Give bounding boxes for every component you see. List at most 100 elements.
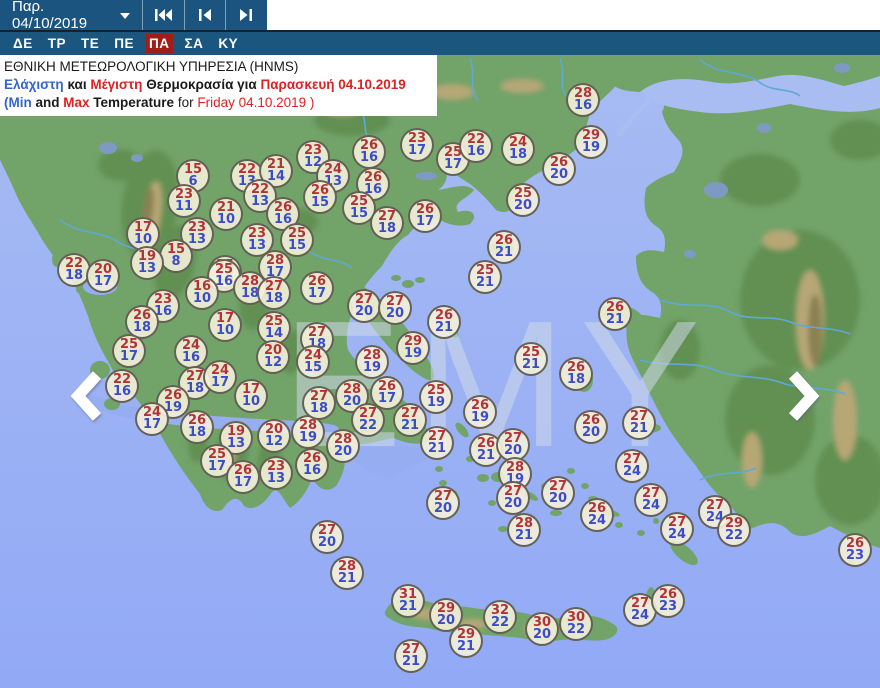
- min-temp-value: 19: [363, 362, 381, 375]
- temp-bubble: 2819: [355, 345, 389, 379]
- temp-bubble: 2515: [280, 223, 314, 257]
- chevron-down-icon: [120, 13, 130, 19]
- temp-bubble: 2821: [330, 556, 364, 590]
- min-temp-value: 24: [642, 500, 660, 513]
- temp-bubble: 2616: [352, 135, 386, 169]
- min-temp-value: 23: [659, 601, 677, 614]
- min-temp-value: 16: [360, 152, 378, 165]
- date-label: Παρ. 04/10/2019: [12, 0, 114, 32]
- min-temp-value: 10: [134, 234, 152, 247]
- date-dropdown-button[interactable]: Παρ. 04/10/2019: [0, 0, 142, 30]
- min-temp-value: 17: [120, 351, 138, 364]
- min-temp-value: 19: [299, 432, 317, 445]
- temp-bubble: 2720: [426, 486, 460, 520]
- temp-bubble: 2012: [257, 419, 291, 453]
- temp-bubble: 2919: [396, 331, 430, 365]
- previous-map-arrow[interactable]: [70, 370, 104, 422]
- min-temp-value: 13: [267, 473, 285, 486]
- next-map-arrow[interactable]: [786, 370, 820, 422]
- min-temp-value: 8: [171, 256, 180, 269]
- temp-bubble: 2621: [487, 230, 521, 264]
- temp-bubble: 2216: [459, 129, 493, 163]
- min-temp-value: 17: [416, 216, 434, 229]
- temp-bubble: 2615: [303, 180, 337, 214]
- temp-bubble: 158: [159, 239, 193, 273]
- day-tab-ΤΡ[interactable]: ΤΡ: [45, 34, 69, 53]
- min-temp-value: 22: [491, 617, 509, 630]
- temp-bubble: 2623: [838, 533, 872, 567]
- min-temp-value: 24: [631, 610, 649, 623]
- temp-bubble: 2317: [400, 128, 434, 162]
- min-temp-value: 18: [378, 223, 396, 236]
- toolbar-blue-area: Παρ. 04/10/2019: [0, 0, 267, 30]
- min-temp-value: 13: [138, 263, 156, 276]
- temp-bubble: 2519: [419, 380, 453, 414]
- chevron-right-icon: [786, 370, 820, 422]
- min-temp-value: 12: [264, 357, 282, 370]
- temp-bubble: 2919: [574, 125, 608, 159]
- min-temp-value: 22: [359, 420, 377, 433]
- min-temp-value: 20: [582, 427, 600, 440]
- agency-title: ΕΘΝΙΚΗ ΜΕΤΕΩΡΟΛΟΓΙΚΗ ΥΠΗΡΕΣΙΑ (HNMS): [4, 58, 429, 76]
- min-temp-value: 21: [428, 443, 446, 456]
- header-text-segment: for: [178, 95, 198, 110]
- temp-bubble: 2618: [559, 357, 593, 391]
- min-temp-value: 20: [533, 629, 551, 642]
- temp-bubble: 2110: [209, 197, 243, 231]
- first-day-button[interactable]: [142, 0, 184, 30]
- day-tab-ΠΕ[interactable]: ΠΕ: [111, 34, 137, 53]
- min-temp-value: 18: [133, 322, 151, 335]
- next-icon: [240, 9, 253, 21]
- temp-bubble: 3022: [559, 607, 593, 641]
- day-tab-ΔΕ[interactable]: ΔΕ: [10, 34, 36, 53]
- min-temp-value: 18: [265, 293, 283, 306]
- min-temp-value: 24: [588, 515, 606, 528]
- min-temp-value: 20: [334, 446, 352, 459]
- temp-bubble: 2417: [135, 402, 169, 436]
- min-temp-value: 21: [338, 573, 356, 586]
- temp-bubble: 2617: [300, 271, 334, 305]
- min-temp-value: 19: [427, 397, 445, 410]
- temp-bubble: 2418: [501, 132, 535, 166]
- min-temp-value: 11: [175, 201, 193, 214]
- day-tab-ΠΑ[interactable]: ΠΑ: [146, 34, 173, 53]
- temp-bubble: 3222: [483, 600, 517, 634]
- temp-bubble: 1710: [234, 379, 268, 413]
- min-temp-value: 20: [504, 445, 522, 458]
- previous-day-button[interactable]: [184, 0, 226, 30]
- temp-bubble: 2724: [634, 483, 668, 517]
- temp-bubble: 2718: [370, 206, 404, 240]
- min-temp-value: 10: [193, 293, 211, 306]
- skip-to-first-icon: [155, 9, 172, 21]
- header-text-segment: Max: [63, 95, 89, 110]
- header-text-segment: και: [64, 77, 91, 92]
- temp-bubble: 2721: [394, 639, 428, 673]
- min-temp-value: 20: [434, 503, 452, 516]
- temp-bubble: 2722: [351, 403, 385, 437]
- day-tab-ΤΕ[interactable]: ΤΕ: [78, 34, 102, 53]
- temp-bubble: 2521: [514, 342, 548, 376]
- min-temp-value: 21: [515, 530, 533, 543]
- temp-bubble: 2724: [615, 449, 649, 483]
- temp-bubble: 2720: [378, 291, 412, 325]
- min-temp-value: 21: [401, 420, 419, 433]
- min-temp-value: 20: [355, 306, 373, 319]
- temp-bubble: 2922: [717, 513, 751, 547]
- min-temp-value: 17: [308, 288, 326, 301]
- min-temp-value: 17: [444, 159, 462, 172]
- min-temp-value: 17: [143, 419, 161, 432]
- day-tab-ΚΥ[interactable]: ΚΥ: [215, 34, 241, 53]
- temp-bubble: 2416: [174, 335, 208, 369]
- temp-bubble: 2816: [566, 83, 600, 117]
- min-temp-value: 13: [188, 234, 206, 247]
- min-temp-value: 18: [186, 383, 204, 396]
- chevron-left-icon: [70, 370, 104, 422]
- temp-bubble: 2624: [580, 498, 614, 532]
- min-temp-value: 21: [402, 656, 420, 669]
- min-temp-value: 16: [303, 465, 321, 478]
- temp-bubble: 1610: [185, 276, 219, 310]
- temp-bubble: 2718: [257, 276, 291, 310]
- next-day-button[interactable]: [225, 0, 267, 30]
- min-temp-value: 21: [477, 450, 495, 463]
- day-tab-ΣΑ[interactable]: ΣΑ: [182, 34, 207, 53]
